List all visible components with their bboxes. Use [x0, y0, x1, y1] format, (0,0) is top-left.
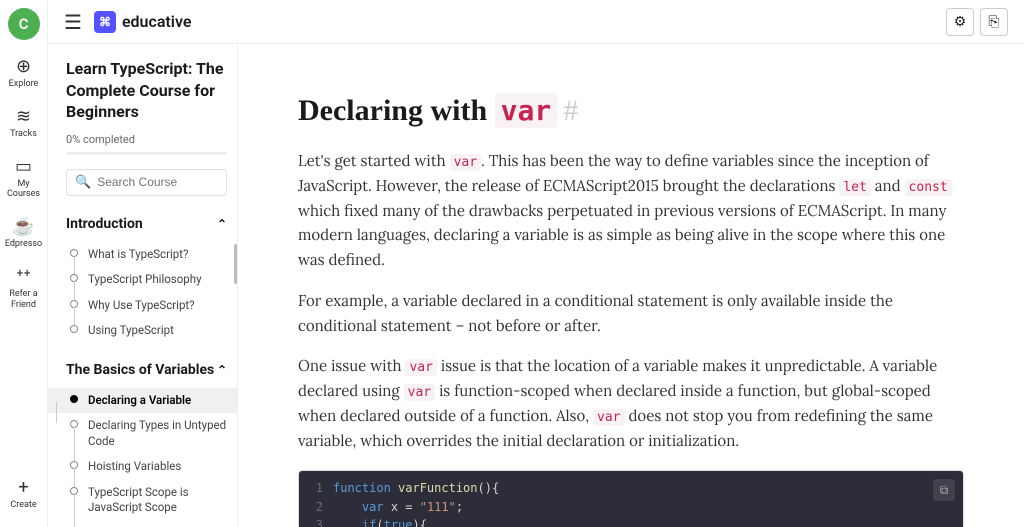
lesson-label: TypeScript Scope is JavaScript Scope [88, 485, 227, 516]
rail-label: Edpresso [5, 239, 42, 250]
lesson-label: Using TypeScript [88, 323, 174, 339]
rail-icon: ▭ [15, 156, 32, 177]
anchor-hash-icon[interactable]: # [563, 94, 578, 127]
brand-text: educative [122, 12, 192, 31]
lesson-dot-icon [70, 325, 78, 333]
lesson-item[interactable]: Why Use TypeScript? [66, 293, 227, 319]
lesson-label: Why Use TypeScript? [88, 298, 195, 314]
code-editor: ⧉ 1function varFunction(){2 var x = "111… [298, 470, 964, 527]
header: ☰ ⌘ educative ⚙ ⎘ [48, 0, 1024, 44]
editor-body[interactable]: ⧉ 1function varFunction(){2 var x = "111… [299, 471, 963, 527]
gear-icon: ⚙ [954, 14, 967, 30]
lesson-label: Declaring a Variable [88, 393, 191, 409]
rail-item[interactable]: ▭My Courses [0, 156, 47, 201]
lesson-label: Declaring Types in Untyped Code [88, 418, 227, 449]
rail-label: Refer a Friend [0, 289, 47, 311]
search-input[interactable] [97, 175, 238, 189]
rail-icon: ⁺⁺ [16, 266, 30, 287]
rail-icon: ≋ [16, 106, 31, 127]
chevron-up-icon: ⌃ [217, 217, 227, 231]
rail-label: Tracks [10, 129, 37, 140]
plus-icon: + [18, 477, 28, 498]
sidebar: Learn TypeScript: The Complete Course fo… [48, 44, 238, 527]
search-box[interactable]: 🔍 [66, 169, 227, 196]
rail-label: Create [10, 500, 36, 511]
editor-line: 1function varFunction(){ [299, 479, 963, 498]
rail-label: My Courses [0, 179, 47, 201]
progress-bar [66, 152, 227, 155]
lesson-item[interactable]: Using TypeScript [66, 318, 227, 344]
section-head[interactable]: The Basics of Variables⌃ [66, 362, 227, 378]
code-text: var x = "111"; [333, 498, 463, 517]
rail-icon: ⊕ [16, 56, 31, 77]
copy-code-button[interactable]: ⧉ [933, 479, 955, 501]
rail-item[interactable]: ⁺⁺Refer a Friend [0, 266, 47, 311]
settings-button[interactable]: ⚙ [946, 8, 974, 36]
rail-item[interactable]: ⊕ Explore [0, 56, 47, 90]
line-number: 2 [299, 498, 333, 517]
lesson-label: What is TypeScript? [88, 247, 188, 263]
lesson-label: TypeScript Philosophy [88, 272, 202, 288]
lesson-dot-icon [70, 395, 78, 403]
avatar[interactable]: C [8, 8, 40, 40]
content: Declaring with var# Let's get started wi… [238, 44, 1024, 527]
lesson-item[interactable]: TypeScript Scope is JavaScript Scope [66, 480, 227, 521]
lesson-item[interactable]: Declaring a Variable [48, 388, 237, 414]
paragraph: Let's get started with var. This has bee… [298, 150, 964, 274]
rail-create[interactable]: + Create [10, 477, 36, 511]
chevron-up-icon: ⌃ [217, 363, 227, 377]
left-rail: C ⊕ Explore ≋ Tracks ▭My Courses ☕ Edpresso ⁺⁺R… [0, 0, 48, 527]
copy-button[interactable]: ⎘ [980, 8, 1008, 36]
code-text: if(true){ [333, 516, 427, 527]
progress-text: 0% completed [66, 133, 227, 146]
lesson-item[interactable]: What is TypeScript? [66, 242, 227, 268]
line-number: 1 [299, 479, 333, 498]
paragraph: For example, a variable declared in a co… [298, 290, 964, 340]
lesson-item[interactable]: TypeScript Philosophy [66, 267, 227, 293]
section-title: The Basics of Variables [66, 362, 214, 378]
scrollbar[interactable] [234, 244, 237, 284]
clipboard-icon: ⎘ [988, 14, 999, 30]
lesson-item[interactable]: Declaring Types in Untyped Code [66, 413, 227, 454]
rail-label: Explore [9, 79, 39, 90]
editor-line: 3 if(true){ [299, 516, 963, 527]
editor-line: 2 var x = "111"; [299, 498, 963, 517]
menu-icon[interactable]: ☰ [64, 10, 82, 34]
search-icon: 🔍 [75, 175, 91, 190]
rail-item[interactable]: ☕ Edpresso [0, 216, 47, 250]
rail-icon: ☕ [12, 216, 34, 237]
logo[interactable]: ⌘ educative [94, 11, 192, 33]
code-text: function varFunction(){ [333, 479, 499, 498]
section-head[interactable]: Introduction ⌃ [66, 216, 227, 232]
section-title: Introduction [66, 216, 143, 232]
logo-icon: ⌘ [94, 11, 116, 33]
course-title: Learn TypeScript: The Complete Course fo… [66, 58, 227, 123]
paragraph: One issue with var issue is that the loc… [298, 355, 964, 454]
lesson-label: Hoisting Variables [88, 459, 181, 475]
line-number: 3 [299, 516, 333, 527]
rail-item[interactable]: ≋ Tracks [0, 106, 47, 140]
copy-icon: ⧉ [940, 483, 949, 498]
lesson-item[interactable]: Hoisting Variables [66, 454, 227, 480]
lesson-item[interactable]: Switch Scope [66, 521, 227, 527]
page-heading: Declaring with var# [298, 94, 964, 128]
